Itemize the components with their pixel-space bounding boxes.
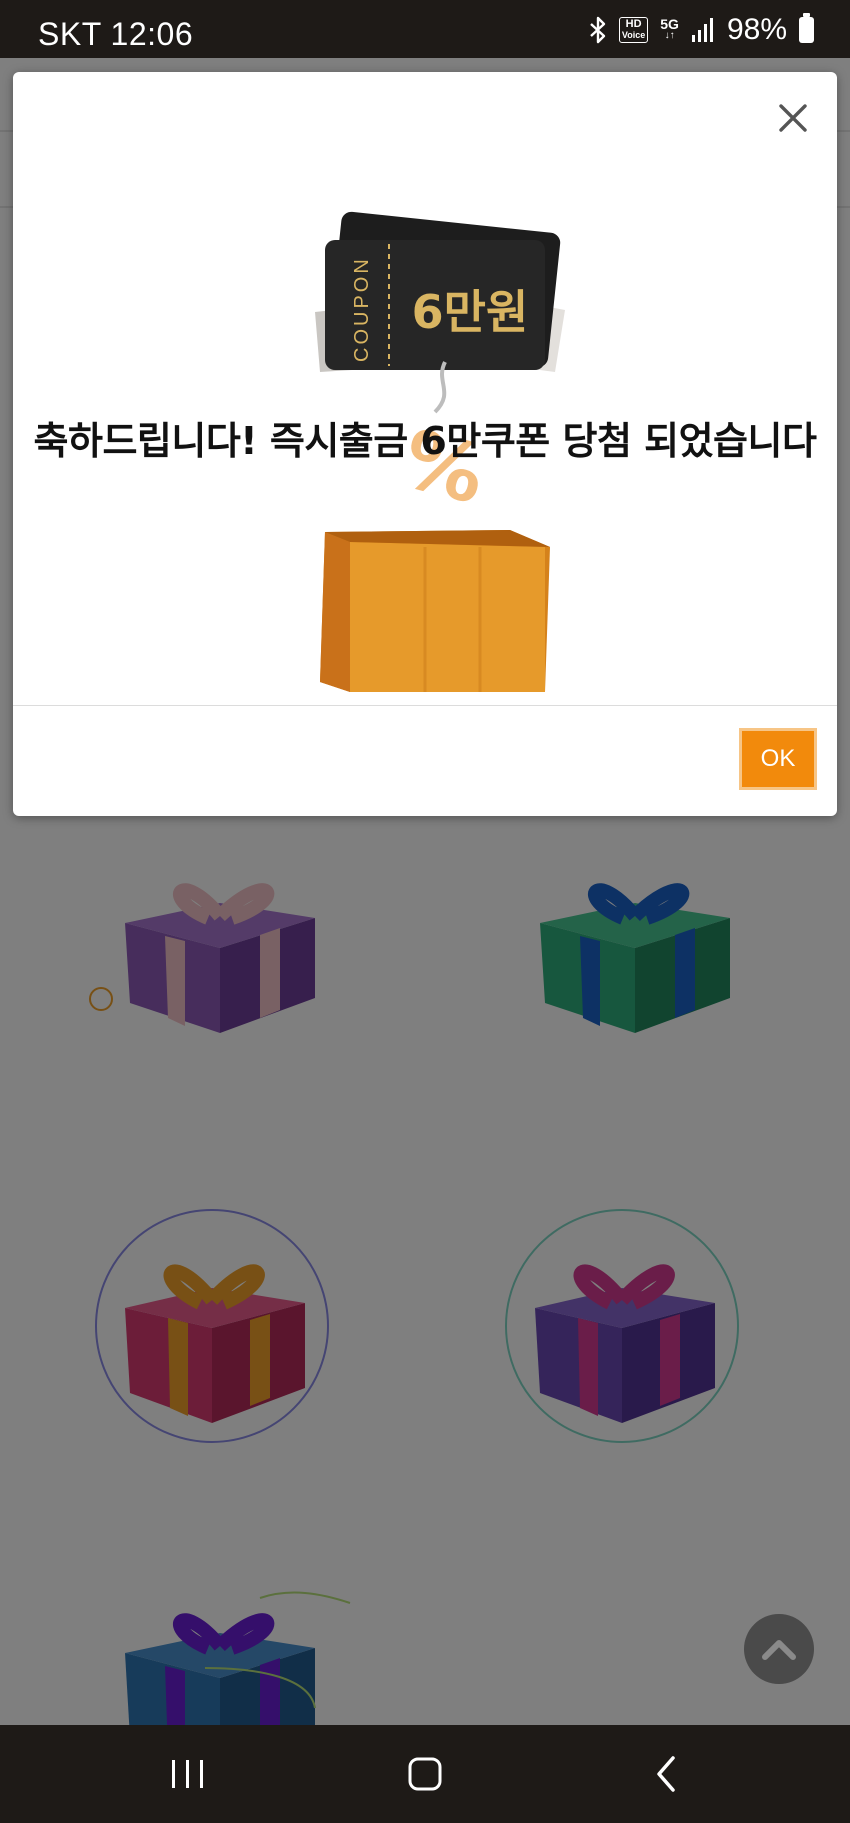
- recent-apps-icon: [172, 1760, 203, 1788]
- back-icon: [657, 1756, 675, 1792]
- hd-label: HD: [625, 18, 642, 30]
- battery-icon: [799, 13, 814, 43]
- coupon-side-label: COUPON: [351, 256, 373, 362]
- hd-voice-icon: HD Voice: [618, 17, 649, 43]
- coupon-win-modal: COUPON 6만원 % 축하드립니다! 즉시출금 6만쿠폰 당첨 되었습니다 …: [13, 72, 837, 816]
- back-button[interactable]: [636, 1749, 696, 1799]
- signal-icon: [691, 18, 713, 42]
- status-icons: HD Voice 5G ↓↑ 98%: [587, 12, 814, 48]
- bluetooth-icon: [590, 16, 606, 44]
- recent-apps-button[interactable]: [158, 1749, 218, 1799]
- navigation-bar: [0, 1725, 850, 1823]
- modal-footer-divider: [13, 705, 837, 706]
- chevron-up-icon: [762, 1640, 796, 1660]
- win-message: 축하드립니다! 즉시출금 6만쿠폰 당첨 되었습니다: [33, 419, 817, 463]
- ok-button[interactable]: OK: [739, 728, 817, 790]
- scroll-top-button[interactable]: [744, 1614, 814, 1684]
- home-icon: [408, 1757, 442, 1791]
- status-time: SKT 12:06: [38, 16, 194, 52]
- close-icon[interactable]: [773, 98, 813, 138]
- status-bar: SKT 12:06 HD Voice 5G ↓↑ 98%: [0, 0, 850, 58]
- coupon-amount-label: 6만원: [412, 285, 529, 339]
- network-label: 5G: [660, 16, 679, 32]
- voice-label: Voice: [621, 30, 646, 40]
- home-button[interactable]: [395, 1749, 455, 1799]
- battery-percent: 98%: [726, 13, 787, 46]
- 5g-icon: 5G ↓↑: [660, 16, 679, 41]
